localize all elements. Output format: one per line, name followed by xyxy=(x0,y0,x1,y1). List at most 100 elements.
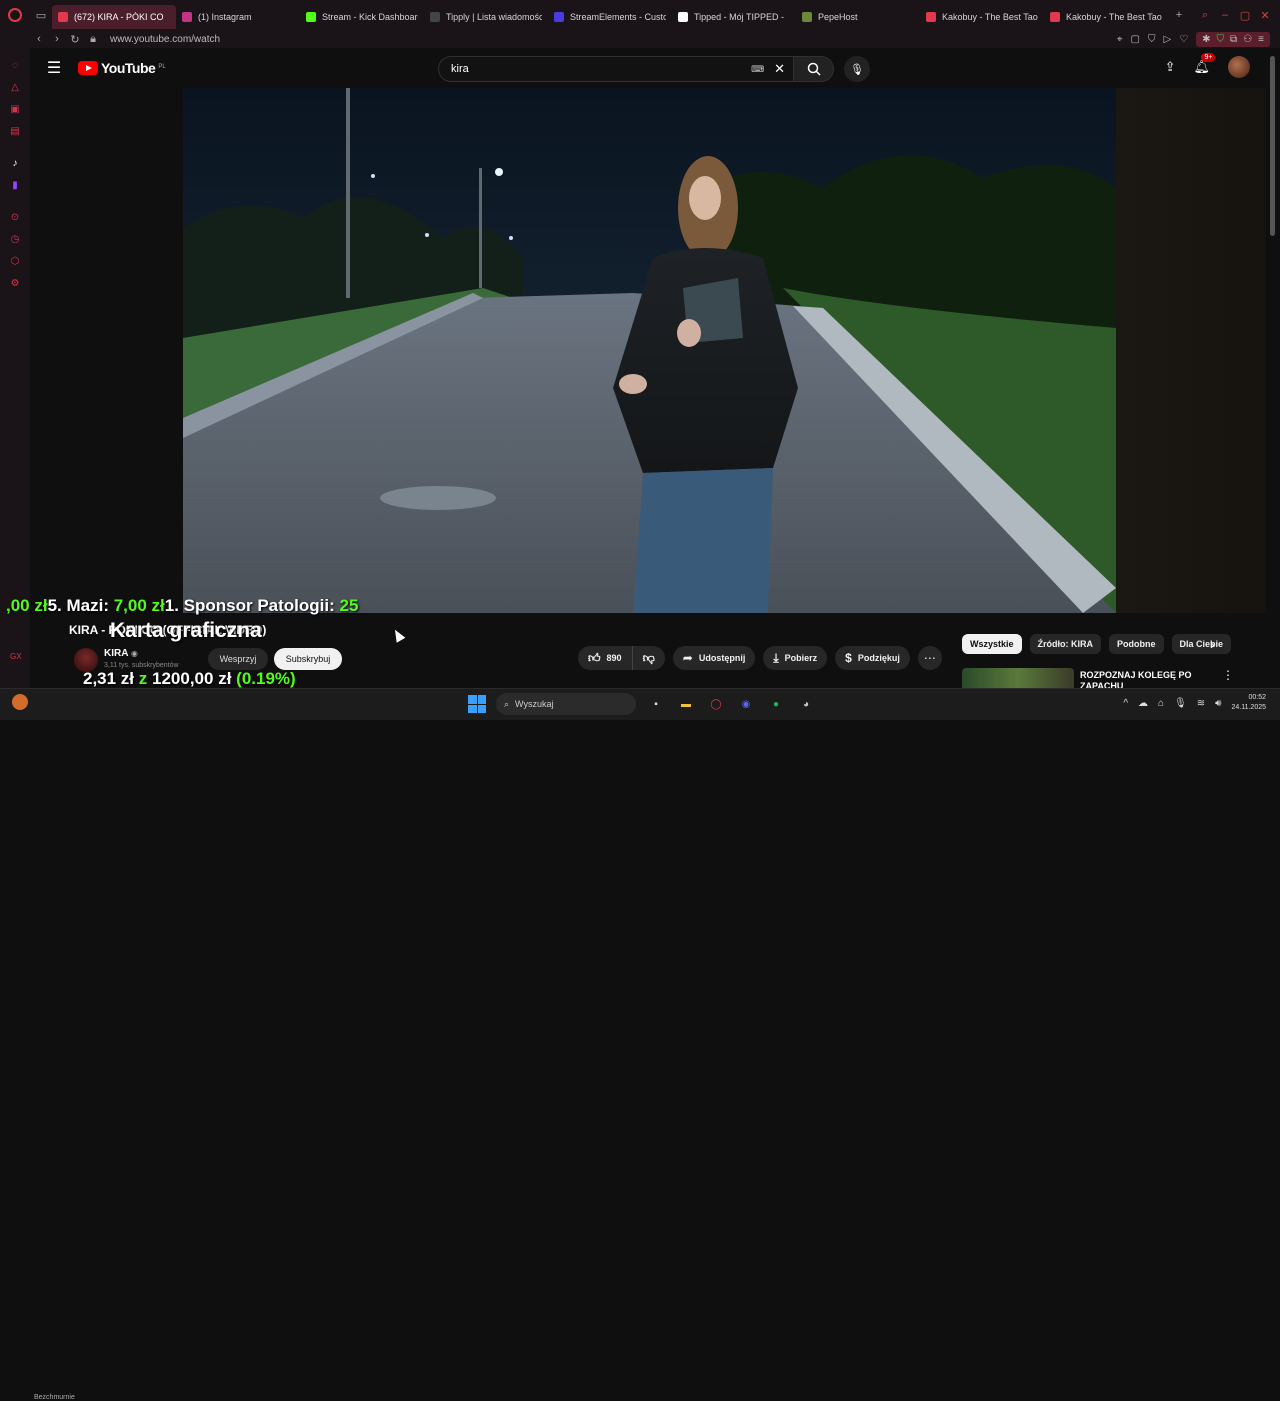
download-icon: ⤓ xyxy=(773,650,779,665)
browser-tab[interactable]: Tipply | Lista wiadomości xyxy=(424,5,548,29)
like-button[interactable]: 👍︎ 890 xyxy=(578,646,633,670)
search-button[interactable] xyxy=(794,56,834,82)
url-field[interactable]: www.youtube.com/watch xyxy=(110,34,220,45)
reload-icon[interactable]: ↻ xyxy=(66,33,84,46)
clear-search-icon[interactable]: ✕ xyxy=(774,61,785,77)
extension-icon[interactable]: ✱ xyxy=(1202,34,1210,45)
tab-title: Stream - Kick Dashboard xyxy=(322,11,418,22)
extensions-sidebar-icon[interactable]: ⬡ xyxy=(0,250,30,272)
mic-tray-icon[interactable]: 🎙︎ xyxy=(1174,698,1187,709)
browser-tab[interactable]: Tipped - Mój TIPPED - xyxy=(672,5,796,29)
file-explorer-icon[interactable]: ▬ xyxy=(676,694,696,714)
dislike-button[interactable]: 👎︎ xyxy=(632,646,665,670)
thanks-button[interactable]: $ Podziękuj xyxy=(835,646,910,670)
video-player[interactable] xyxy=(183,88,1116,613)
taskbar-search[interactable]: ⌕ Wyszukaj xyxy=(496,693,636,715)
spotify-icon[interactable]: ● xyxy=(766,694,786,714)
back-icon[interactable]: ‹ xyxy=(30,33,48,45)
filter-chip[interactable]: Dla Ciebie xyxy=(1171,634,1232,654)
opera-gx-taskbar-icon[interactable]: ◯ xyxy=(706,694,726,714)
player-sidebar-icon[interactable]: ⊙ xyxy=(0,206,30,228)
tab-favicon-icon xyxy=(306,11,316,22)
new-tab-icon[interactable]: + xyxy=(1168,0,1190,30)
account-avatar[interactable] xyxy=(1228,56,1250,78)
browser-tab[interactable]: Kakobuy - The Best Taobao xyxy=(1044,5,1168,29)
browser-tab[interactable]: (672) KIRA - PÓKI CO xyxy=(52,4,176,29)
recommended-thumbnail[interactable] xyxy=(962,668,1074,688)
tray-chevron-icon[interactable]: ^ xyxy=(1123,698,1128,709)
thumbs-up-icon: 👍︎ xyxy=(588,650,601,665)
tiktok-icon[interactable]: ♪ xyxy=(0,152,30,174)
player-icon[interactable]: ▷ xyxy=(1163,34,1171,45)
filter-chip[interactable]: Źródło: KIRA xyxy=(1029,634,1102,654)
browser-tab[interactable]: Kakobuy - The Best Taobao xyxy=(920,5,1044,29)
upload-icon[interactable]: ⇪ xyxy=(1165,59,1176,75)
shield-icon[interactable]: ⛉ xyxy=(1148,34,1156,45)
browser-tab[interactable]: StreamElements - Custom xyxy=(548,5,672,29)
profile-icon[interactable]: ⚇ xyxy=(1243,34,1252,45)
browser-tab[interactable]: PepeHost xyxy=(796,5,920,29)
more-actions-icon[interactable]: ⋯ xyxy=(917,646,942,670)
filter-chip[interactable]: Wszystkie xyxy=(962,634,1022,654)
maximize-icon[interactable]: ▢ xyxy=(1238,9,1252,22)
download-button[interactable]: ⤓ Pobierz xyxy=(763,646,828,670)
notifications-icon[interactable]: 🔔︎ 9+ xyxy=(1193,53,1216,75)
close-window-icon[interactable]: ✕ xyxy=(1258,9,1272,22)
donation-ticker: ,00 zł5. Mazi: 7,00 zł1. Sponsor Patolog… xyxy=(6,596,416,620)
download-label: Pobierz xyxy=(784,653,818,663)
puzzle-icon[interactable]: ⧉ xyxy=(1230,34,1237,45)
pin-icon[interactable]: ⌖ xyxy=(1117,34,1123,45)
network-icon[interactable]: ⌂ xyxy=(1158,698,1164,709)
settings-icon[interactable]: ⚙ xyxy=(0,272,30,294)
volume-icon[interactable]: 🔊︎ xyxy=(1215,698,1221,709)
adblock-icon[interactable]: ⛉ xyxy=(1217,34,1225,45)
hamburger-menu-icon[interactable]: ☰ xyxy=(30,58,78,78)
weather-icon[interactable] xyxy=(12,694,28,710)
keyboard-icon[interactable]: ⌨ xyxy=(751,64,764,75)
clock[interactable]: 00:52 24.11.2025 xyxy=(1231,693,1266,713)
subscribe-button[interactable]: Subskrybuj xyxy=(274,648,342,670)
app-icon[interactable]: ◕ xyxy=(796,694,816,714)
menu-icon[interactable]: ≡ xyxy=(1258,34,1264,45)
browser-tab[interactable]: Stream - Kick Dashboard xyxy=(300,5,424,29)
minimize-icon[interactable]: – xyxy=(1218,9,1232,21)
lock-icon: 🔒︎ xyxy=(90,32,96,45)
goal-title: Karta graficzna xyxy=(110,619,262,642)
snapshot-icon[interactable]: ▢ xyxy=(1131,34,1140,45)
wifi-icon[interactable]: ≋ xyxy=(1197,698,1205,709)
chat-icon[interactable]: ▣ xyxy=(0,98,30,120)
browser-tab[interactable]: (1) Instagram xyxy=(176,5,300,29)
voice-search-icon[interactable]: 🎙︎ xyxy=(844,56,870,82)
video-frame xyxy=(183,88,1116,613)
ticker-segment: 7,00 zł xyxy=(113,596,165,615)
task-view-icon[interactable]: ▪ xyxy=(646,694,666,714)
gx-corner-icon[interactable]: △ xyxy=(0,76,30,98)
tab-title: (672) KIRA - PÓKI CO xyxy=(74,11,164,22)
recommended-video[interactable]: ROZPOZNAJ KOLEGĘ PO ZAPACHU xyxy=(962,666,1222,691)
theater-side-panel xyxy=(1116,88,1266,613)
twitch-icon[interactable]: ▮ xyxy=(0,174,30,196)
messenger-icon[interactable]: ▤ xyxy=(0,120,30,142)
tab-islands-icon[interactable]: ▭ xyxy=(30,0,52,30)
heart-icon[interactable]: ♡ xyxy=(1179,34,1188,45)
channel-name[interactable]: KIRA ◉ xyxy=(104,648,138,659)
recommended-more-icon[interactable]: ⋮ xyxy=(1222,668,1234,682)
history-icon[interactable]: ◷ xyxy=(0,228,30,250)
cloud-icon[interactable]: ☁ xyxy=(1138,698,1148,709)
aria-icon[interactable]: ◌ xyxy=(0,54,30,76)
search-input[interactable]: kira ⌨ ✕ xyxy=(438,56,794,82)
opera-logo-icon[interactable] xyxy=(0,0,30,30)
page-scrollbar[interactable] xyxy=(1270,56,1275,236)
tab-favicon-icon xyxy=(678,11,688,22)
forward-icon[interactable]: › xyxy=(48,33,66,45)
share-button[interactable]: ➦ Udostępnij xyxy=(672,646,756,670)
discord-icon[interactable]: ◉ xyxy=(736,694,756,714)
chips-next-icon[interactable]: › xyxy=(1210,636,1215,652)
windows-start-icon[interactable] xyxy=(468,695,486,713)
filter-chip[interactable]: Podobne xyxy=(1109,634,1164,654)
search-tabs-icon[interactable]: ⌕ xyxy=(1198,9,1212,22)
address-bar: ‹ › ↻ 🔒︎ www.youtube.com/watch ⌖ ▢ ⛉ ▷ ♡… xyxy=(0,30,1280,48)
gx-label: GX xyxy=(10,652,22,661)
support-button[interactable]: Wesprzyj xyxy=(208,648,268,670)
youtube-logo[interactable]: YouTube PL xyxy=(78,60,166,76)
